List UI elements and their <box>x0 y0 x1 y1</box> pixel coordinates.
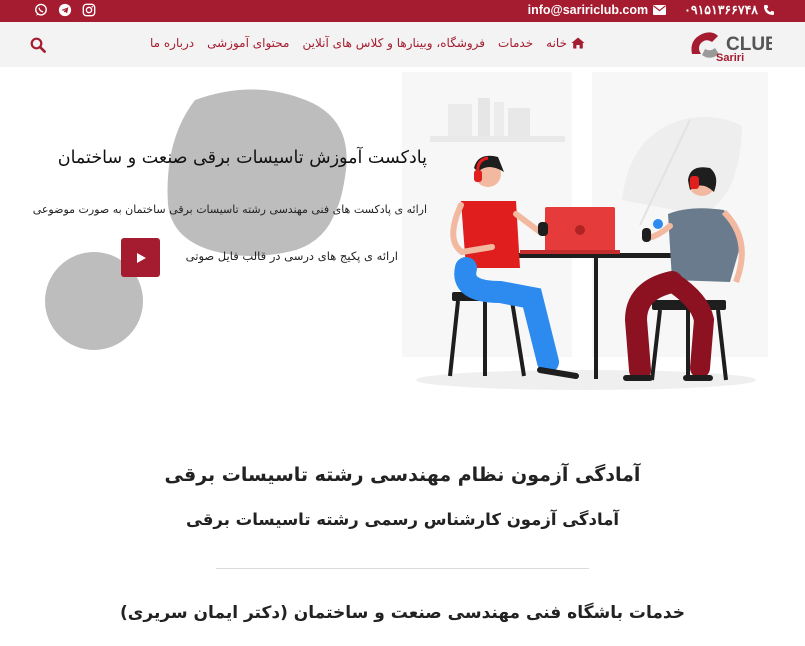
play-icon <box>136 252 146 263</box>
hero-description: ارائه ی پادکست های فنی مهندسی رشته تاسیس… <box>32 203 427 216</box>
hero-title: پادکست آموزش تاسیسات برقی صنعت و ساختمان <box>57 148 427 168</box>
play-button[interactable] <box>121 238 160 277</box>
expert-exam-heading: آمادگی آزمون کارشناس رسمی رشته تاسیسات ب… <box>185 510 620 529</box>
services-heading: خدمات باشگاه فنی مهندسی صنعت و ساختمان (… <box>120 603 685 623</box>
section-divider <box>216 568 589 569</box>
exam-prep-heading: آمادگی آزمون نظام مهندسی رشته تاسیسات بر… <box>164 464 641 486</box>
hero-audio-text: ارائه ی پکیج های درسی در قالب فایل صوتی <box>185 249 398 263</box>
hero-artwork <box>45 72 768 390</box>
podcast-illustration <box>402 72 768 390</box>
decorative-blob-large <box>167 89 347 256</box>
